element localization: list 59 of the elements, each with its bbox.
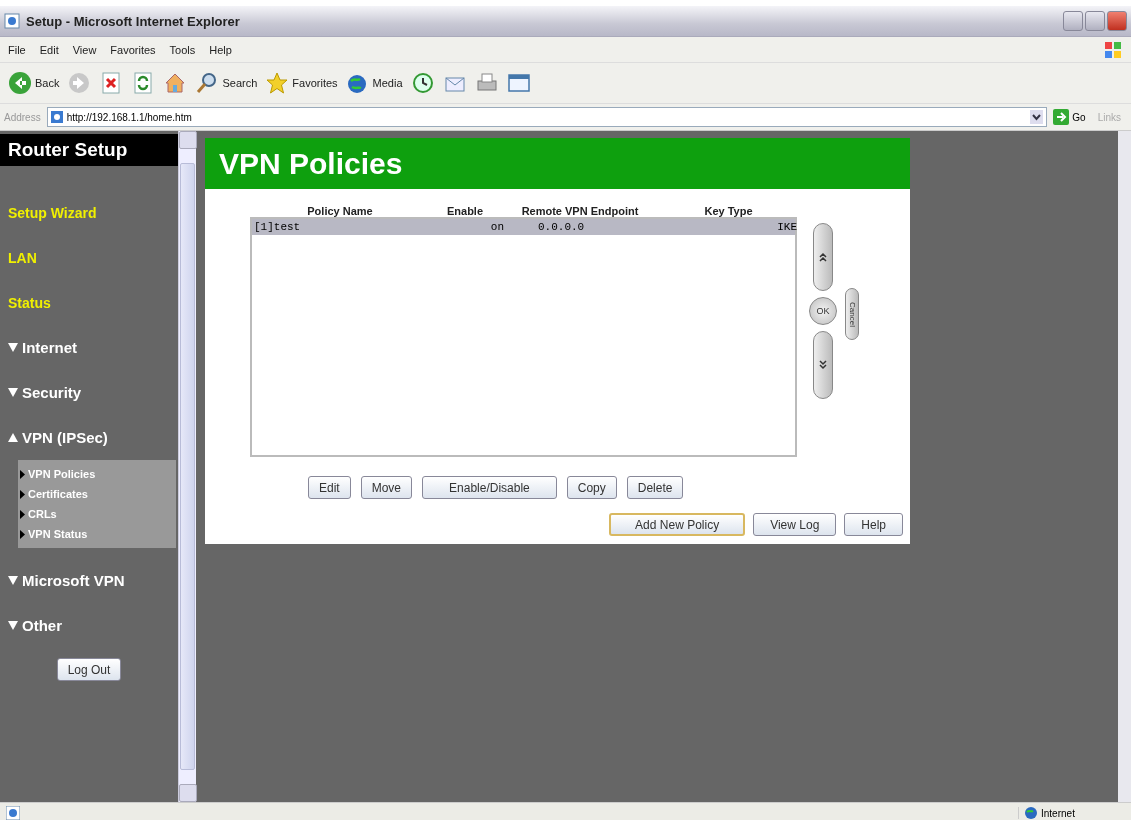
windows-flag-icon — [1103, 39, 1123, 60]
sidebar-title: Router Setup — [0, 134, 178, 166]
nav-section[interactable]: Security — [0, 370, 178, 415]
action-button[interactable]: Edit — [308, 476, 351, 499]
menu-item[interactable]: View — [72, 43, 97, 56]
page-title: VPN Policies — [205, 138, 910, 189]
policy-row[interactable]: [1]test on 0.0.0.0 IKE — [252, 219, 795, 235]
menu-item[interactable]: Favorites — [110, 43, 156, 56]
footer-button[interactable]: View Log — [753, 513, 837, 536]
cancel-button[interactable]: Cancel — [845, 288, 859, 340]
address-field[interactable]: http://192.168.1.1/home.htm — [46, 107, 1048, 127]
nav-link[interactable]: LAN — [0, 235, 178, 280]
action-button[interactable]: Enable/Disable — [422, 476, 557, 499]
menu-item[interactable]: Tools — [169, 43, 196, 56]
double-chevron-up-icon — [819, 252, 827, 262]
sidebar-scrollbar[interactable] — [178, 131, 196, 802]
clock-icon[interactable] — [410, 71, 435, 95]
logout-button[interactable]: Log Out — [56, 658, 122, 681]
favorites-button[interactable]: Favorites — [265, 71, 338, 95]
action-button[interactable]: Move — [360, 476, 413, 499]
page-icon — [50, 111, 63, 123]
page-icon — [6, 806, 20, 820]
zone-label: Internet — [1041, 807, 1075, 819]
nav-section[interactable]: Internet — [0, 325, 178, 370]
column-header: Enable — [445, 205, 485, 217]
nav-section[interactable]: Microsoft VPN — [0, 558, 178, 603]
column-header: Remote VPN Endpoint — [520, 205, 640, 217]
column-header: Policy Name — [306, 205, 374, 217]
nav-section[interactable]: VPN (IPSec) — [0, 415, 178, 460]
restore-button[interactable] — [1085, 11, 1105, 31]
address-label: Address — [4, 111, 41, 123]
page-scrollbar[interactable] — [1118, 131, 1131, 802]
move-down-button[interactable] — [813, 331, 833, 399]
footer-button[interactable]: Add New Policy — [609, 513, 746, 536]
column-header: Key Type — [703, 205, 754, 217]
policy-list[interactable]: [1]test on 0.0.0.0 IKE — [250, 217, 797, 457]
window-icon[interactable] — [506, 71, 531, 95]
action-button[interactable]: Copy — [566, 476, 617, 499]
double-chevron-down-icon — [819, 360, 827, 370]
media-button[interactable]: Media — [345, 71, 403, 95]
nav-section[interactable]: Other — [0, 603, 178, 648]
window-title: Setup - Microsoft Internet Explorer — [26, 13, 241, 29]
browser-icon — [4, 13, 20, 29]
ok-button[interactable]: OK — [809, 297, 837, 325]
search-button[interactable]: Search — [195, 71, 258, 95]
menu-item[interactable]: Help — [209, 43, 232, 56]
menu-item[interactable]: File — [8, 43, 26, 56]
footer-button[interactable]: Help — [844, 513, 903, 536]
nav-link[interactable]: Status — [0, 280, 178, 325]
move-up-button[interactable] — [813, 223, 833, 291]
star-icon[interactable] — [265, 71, 290, 95]
close-button[interactable] — [1107, 11, 1127, 31]
action-button[interactable]: Delete — [626, 476, 684, 499]
nav-link[interactable]: Setup Wizard — [0, 190, 178, 235]
minimize-button[interactable] — [1063, 11, 1083, 31]
back-button[interactable]: Back — [8, 71, 60, 95]
globe-icon — [1025, 807, 1037, 819]
dropdown-icon[interactable] — [1030, 110, 1044, 124]
menu-item[interactable]: Edit — [39, 43, 59, 56]
